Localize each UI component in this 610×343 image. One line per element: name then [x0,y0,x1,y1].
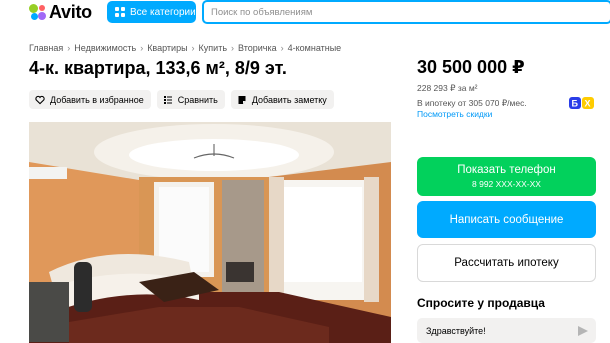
logo-dots-icon [29,3,46,21]
calculate-mortgage-button[interactable]: Рассчитать ипотеку [417,244,596,282]
breadcrumb-separator: › [67,43,71,53]
breadcrumb-separator: › [191,43,195,53]
write-message-label: Написать сообщение [449,213,564,226]
logo-text: Avito [49,1,92,22]
search-box[interactable] [202,0,610,24]
breadcrumb-item-buy[interactable]: Купить [199,43,227,53]
breadcrumb-separator: › [140,43,144,53]
search-input[interactable] [211,6,610,18]
all-categories-label: Все категории [130,6,196,18]
breadcrumb: Главная › Недвижимость › Квартиры › Купи… [29,43,341,53]
heart-icon [35,95,45,105]
masked-phone-number: 8 992 XXX-XX-XX [472,179,541,189]
breadcrumb-separator: › [231,43,235,53]
see-discounts-link[interactable]: Посмотреть скидки [417,109,492,119]
breadcrumb-item-home[interactable]: Главная [29,43,63,53]
ask-seller-input[interactable]: Здравствуйте! [417,318,596,343]
top-header: Avito Все категории [0,0,610,28]
note-icon [237,95,247,105]
breadcrumb-item-realty[interactable]: Недвижимость [74,43,136,53]
apartment-photo-image [29,122,391,343]
calculate-mortgage-label: Рассчитать ипотеку [454,257,559,269]
write-message-button[interactable]: Написать сообщение [417,201,596,238]
add-note-label: Добавить заметку [251,94,327,105]
listing-actions: Добавить в избранное Сравнить Добавить з… [29,90,334,109]
add-note-button[interactable]: Добавить заметку [230,90,334,109]
breadcrumb-item-4rooms[interactable]: 4-комнатные [288,43,342,53]
add-to-favorites-button[interactable]: Добавить в избранное [29,90,151,109]
all-categories-button[interactable]: Все категории [107,1,196,23]
send-icon[interactable] [578,326,588,336]
listing-title: 4-к. квартира, 133,6 м², 8/9 эт. [29,58,287,78]
breadcrumb-separator: › [280,43,284,53]
ask-seller-input-value: Здравствуйте! [426,325,486,336]
avito-logo[interactable]: Avito [29,2,92,22]
svg-text:Х: Х [585,99,591,109]
listing-price: 30 500 000 ₽ [417,57,525,77]
show-phone-label: Показать телефон [457,164,556,176]
mortgage-monthly: В ипотеку от 305 070 ₽/мес. [417,98,527,108]
listing-photo[interactable] [29,122,391,343]
bank-icon: Б Х [569,96,595,110]
compare-label: Сравнить [177,94,218,105]
breadcrumb-item-secondary[interactable]: Вторичка [238,43,277,53]
ask-seller-heading: Спросите у продавца [417,296,545,310]
compare-button[interactable]: Сравнить [156,90,225,109]
price-per-sqm: 228 293 ₽ за м² [417,83,478,93]
add-to-favorites-label: Добавить в избранное [50,94,144,105]
breadcrumb-item-apartments[interactable]: Квартиры [147,43,187,53]
show-phone-button[interactable]: Показать телефон 8 992 XXX-XX-XX [417,157,596,196]
compare-icon [163,95,173,105]
grid-icon [115,7,125,17]
svg-text:Б: Б [572,99,579,109]
